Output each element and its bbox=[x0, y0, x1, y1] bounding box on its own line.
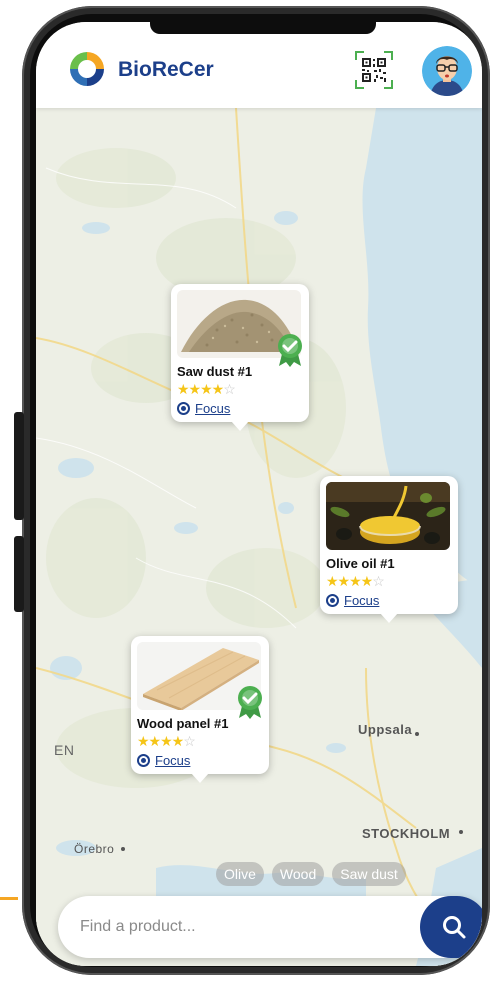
focus-link[interactable]: Focus bbox=[177, 401, 303, 416]
map-label-uppsala: Uppsala bbox=[358, 722, 413, 737]
search-input[interactable] bbox=[80, 914, 380, 940]
product-card-saw-dust[interactable]: Saw dust #1 ★★★★☆ Focus bbox=[171, 284, 309, 431]
filter-chip-olive[interactable]: Olive bbox=[216, 862, 264, 886]
map-label-stockholm: STOCKHOLM bbox=[362, 826, 451, 841]
product-title: Olive oil #1 bbox=[326, 556, 395, 571]
radio-focus-icon bbox=[326, 594, 339, 607]
focus-link[interactable]: Focus bbox=[137, 753, 263, 768]
qr-code-icon[interactable] bbox=[354, 50, 394, 90]
certified-badge-icon bbox=[238, 686, 262, 719]
brand-name: BioReCer bbox=[118, 58, 214, 81]
focus-link[interactable]: Focus bbox=[326, 593, 452, 608]
rating-stars-icon: ★★★★☆ bbox=[177, 381, 236, 397]
map-label-orebro: Örebro bbox=[74, 842, 115, 856]
biorecer-logo-icon bbox=[70, 52, 104, 86]
olive-oil-image bbox=[326, 482, 450, 550]
rating-stars-icon: ★★★★☆ bbox=[137, 733, 196, 749]
user-avatar-icon[interactable] bbox=[422, 46, 472, 96]
search-bar bbox=[58, 896, 482, 958]
volume-up-button bbox=[14, 412, 24, 520]
filter-chip-saw-dust[interactable]: Saw dust bbox=[332, 862, 406, 886]
product-card-olive-oil[interactable]: Olive oil #1 ★★★★☆ Focus bbox=[320, 476, 458, 623]
notch bbox=[150, 22, 376, 34]
filter-chips: Olive Wood Saw dust bbox=[216, 862, 406, 886]
volume-down-button bbox=[14, 536, 24, 612]
rating-stars-icon: ★★★★☆ bbox=[326, 573, 385, 589]
search-button[interactable] bbox=[420, 896, 482, 958]
app-screen: Uppsala STOCKHOLM Örebro EN Saw dust #1 … bbox=[36, 22, 482, 966]
focus-label: Focus bbox=[344, 593, 380, 608]
radio-focus-icon bbox=[137, 754, 150, 767]
product-card-wood-panel[interactable]: Wood panel #1 ★★★★☆ Focus bbox=[131, 636, 269, 783]
search-icon bbox=[443, 916, 466, 939]
filter-chip-wood[interactable]: Wood bbox=[271, 862, 325, 886]
certified-badge-icon bbox=[278, 334, 302, 367]
radio-focus-icon bbox=[177, 402, 190, 415]
focus-label: Focus bbox=[195, 401, 231, 416]
map-label-en: EN bbox=[54, 742, 75, 758]
app-header: BioReCer bbox=[36, 22, 482, 108]
focus-label: Focus bbox=[155, 753, 191, 768]
orange-marker bbox=[0, 897, 18, 900]
